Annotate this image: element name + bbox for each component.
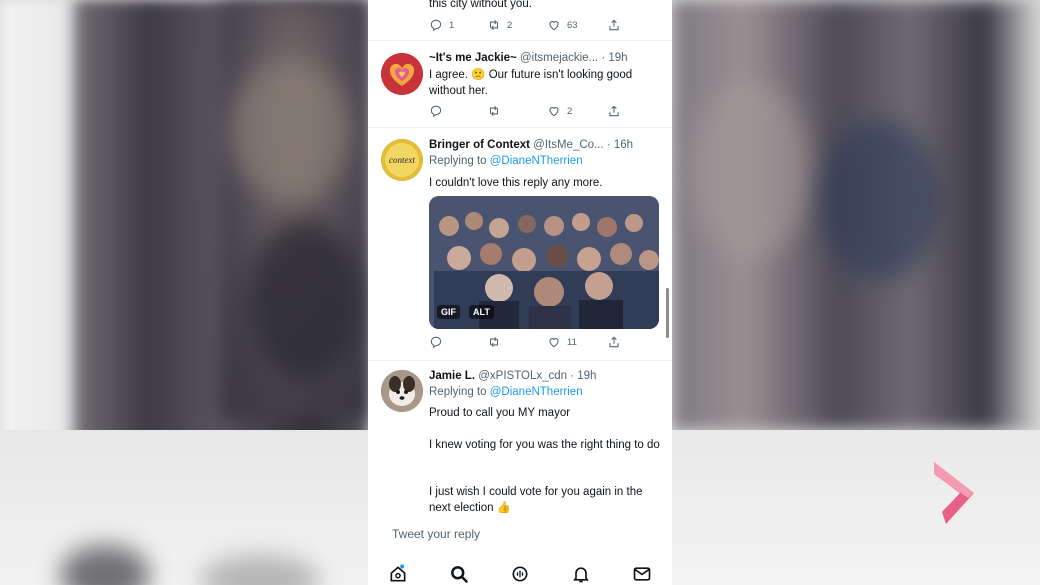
mail-icon[interactable] (632, 564, 652, 584)
dog-avatar-image (381, 370, 423, 412)
bottom-tab-bar (368, 558, 672, 585)
spaces-icon[interactable] (510, 564, 530, 584)
broadcaster-logo (934, 462, 974, 524)
reply-composer (368, 520, 672, 550)
tweet-paragraph: I knew voting for you was the right thin… (429, 439, 660, 451)
search-icon[interactable] (449, 564, 469, 584)
tweet-jamie[interactable]: Jamie L. @xPISTOLx_cdn · 19h Replying to… (368, 0, 672, 520)
tweet-header: Jamie L. @xPISTOLx_cdn · 19h (429, 370, 596, 382)
replying-handle-link[interactable]: @DianeNTherrien (490, 386, 583, 398)
tweet-paragraph: Proud to call you MY mayor (429, 407, 571, 419)
tweet-paragraph: I just wish I could vote for you again i… (429, 486, 643, 514)
twitter-phone-screen: this city without you. 1 2 63 ~It's me J… (368, 0, 672, 585)
reply-input[interactable] (390, 526, 644, 542)
avatar[interactable] (381, 370, 423, 412)
replying-to: Replying to @DianeNTherrien (429, 386, 583, 398)
handle-time: @xPISTOLx_cdn · 19h (478, 370, 597, 382)
home-icon[interactable] (388, 564, 408, 584)
scrollbar[interactable] (666, 288, 669, 338)
bell-icon[interactable] (571, 564, 591, 584)
replying-prefix: Replying to (429, 386, 487, 398)
display-name[interactable]: Jamie L. (429, 370, 475, 382)
